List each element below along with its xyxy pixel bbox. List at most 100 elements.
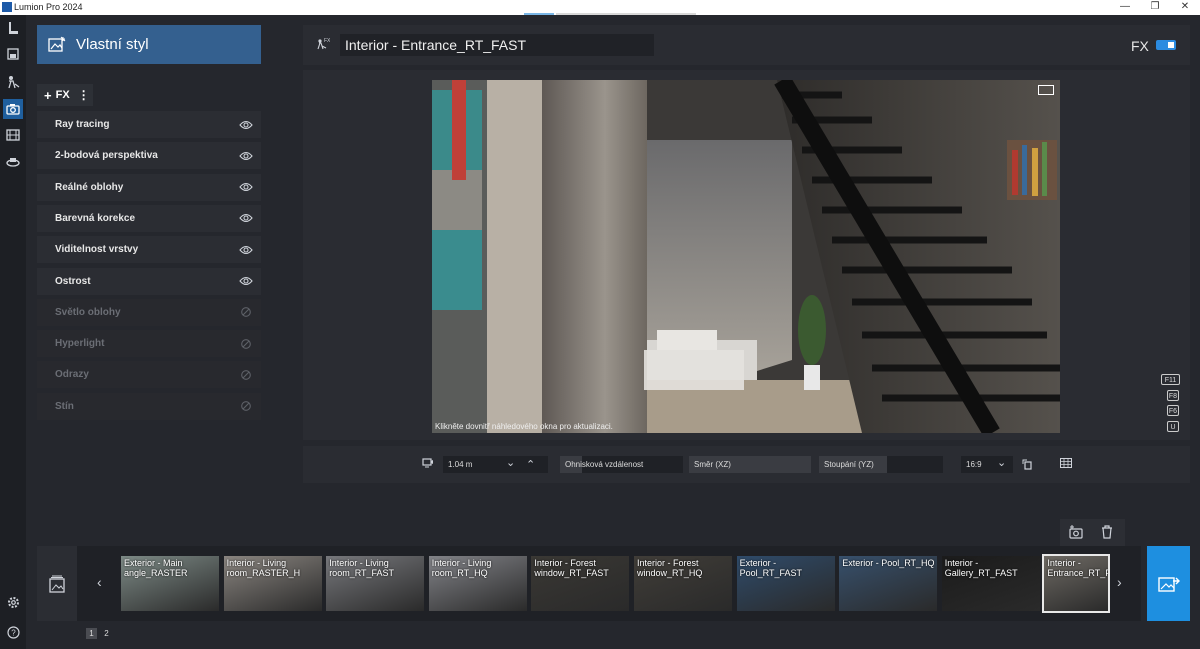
visibility-eye-icon[interactable] [239,213,253,223]
grid-overlay-icon[interactable] [1060,458,1072,471]
lumion-logo-icon [2,2,12,12]
interior-render-image [432,80,1060,433]
photo-mode-icon[interactable] [3,99,23,119]
maximize-button[interactable]: ❐ [1140,0,1170,15]
photo-thumbnail[interactable]: Interior - Forest window_RT_FAST [531,556,630,611]
add-fx-button[interactable]: + FX ⋮ [37,84,93,106]
photo-thumbnail[interactable]: Interior - Entrance_RT_F [1042,554,1111,613]
effect-item[interactable]: Barevná korekce [37,204,261,232]
visibility-eye-icon[interactable] [239,151,253,161]
thumbnail-label: Exterior - Pool_RT_FAST [739,558,802,578]
photo-thumbnail[interactable]: Interior - Living room_RT_HQ [428,556,527,611]
help-icon[interactable]: ? [3,622,23,642]
build-mode-icon[interactable] [3,72,23,92]
viewport-size-icon[interactable] [1038,85,1054,95]
effect-item[interactable]: Ray tracing [37,111,261,138]
strip-next-arrow-icon[interactable]: › [1117,574,1122,590]
focal-length-slider[interactable]: Ohnisková vzdálenost [560,456,683,473]
visibility-eye-icon[interactable] [239,245,253,255]
thumbnail-label: Interior - Forest window_RT_HQ [637,558,703,578]
photo-thumbnail[interactable]: Interior - Living room_RASTER_H [223,556,322,611]
effect-item[interactable]: Stín [37,392,261,420]
scene-header: FX Interior - Entrance_RT_FAST FX [303,25,1190,65]
photo-thumbnail[interactable]: Interior - Living room_RT_FAST [326,556,425,611]
thumbnail-label: Interior - Entrance_RT_F [1047,558,1109,578]
left-toolbar: ? [0,15,26,649]
disabled-icon[interactable] [239,307,253,318]
disabled-icon[interactable] [239,401,253,412]
effect-label: Stín [55,400,74,412]
chevron-up-icon[interactable]: ⌃ [526,458,535,471]
effect-label: Hyperlight [55,338,105,350]
photo-thumbnail[interactable]: Exterior - Pool_RT_FAST [736,556,835,611]
direction-xz-label: Směr (XZ) [694,460,731,469]
save-camera-icon[interactable] [1069,525,1083,542]
loading-track [556,13,696,15]
effect-item[interactable]: 2-bodová perspektiva [37,142,261,170]
effect-label: Světlo oblohy [55,306,121,318]
camera-bar: 1.04 m ⌄ ⌃ Ohnisková vzdálenost Směr (XZ… [303,446,1190,483]
save-icon[interactable] [3,44,23,64]
lumion-home-icon[interactable] [3,18,23,38]
effect-label: Barevná korekce [55,212,136,224]
svg-text:?: ? [11,628,16,637]
custom-style-panel-title[interactable]: Vlastní styl [37,25,261,64]
movie-mode-icon[interactable] [3,125,23,145]
disabled-icon[interactable] [239,338,253,349]
pitch-yz-slider[interactable]: Stoupání (YZ) [819,456,943,473]
direction-xz-slider[interactable]: Směr (XZ) [689,456,811,473]
render-photo-button[interactable] [1147,546,1190,621]
effect-label: Ray tracing [55,119,110,130]
effect-item[interactable]: Reálné oblohy [37,173,261,201]
effect-item[interactable]: Viditelnost vrstvy [37,236,261,264]
shortcut-key[interactable]: F8 [1167,389,1179,401]
shortcut-key[interactable]: U [1167,420,1179,432]
camera-height-icon [422,458,434,471]
svg-text:FX: FX [324,38,330,44]
photo-thumbnail[interactable]: Exterior - Main angle_RASTER [121,556,219,611]
pitch-yz-label: Stoupání (YZ) [824,460,874,469]
effect-item[interactable]: Odrazy [37,361,261,389]
page-button[interactable]: 2 [101,628,112,639]
photo-thumbnail[interactable]: Interior - Forest window_RT_HQ [634,556,732,611]
chevron-down-icon[interactable]: ⌄ [506,456,515,469]
close-button[interactable]: ✕ [1170,0,1200,15]
thumbnail-label: Interior - Living room_RT_FAST [329,558,395,578]
effect-item[interactable]: Ostrost [37,267,261,295]
loading-progress [524,13,554,15]
effect-label: Odrazy [55,369,89,381]
panel-title-text: Vlastní styl [76,36,149,53]
aspect-chevron-down-icon[interactable]: ⌄ [997,456,1006,469]
visibility-eye-icon[interactable] [239,276,253,286]
render-image-icon [1157,576,1180,592]
custom-style-icon [48,36,68,54]
minimize-button[interactable]: — [1110,0,1140,15]
fx-toggle[interactable] [1156,40,1176,50]
strip-prev-arrow-icon[interactable]: ‹ [97,574,102,590]
fx-menu-icon[interactable]: ⋮ [78,88,90,102]
viewport-hint: Klikněte dovnitř náhledového okna pro ak… [435,422,613,431]
preview-viewport[interactable]: Klikněte dovnitř náhledového okna pro ak… [432,80,1060,433]
visibility-eye-icon[interactable] [239,182,253,192]
disabled-icon[interactable] [239,370,253,380]
delete-photo-icon[interactable] [1101,525,1113,542]
plus-icon: + [44,87,52,103]
orientation-icon[interactable] [1021,458,1033,473]
panorama-mode-icon[interactable] [3,152,23,172]
visibility-eye-icon[interactable] [239,120,253,130]
photo-library-button[interactable] [37,546,77,621]
effect-item[interactable]: Hyperlight [37,330,261,358]
effect-item[interactable]: Světlo oblohy [37,298,261,326]
thumbnail-label: Exterior - Pool_RT_HQ [842,558,935,568]
effect-label: 2-bodová perspektiva [55,150,158,162]
shortcut-key[interactable]: F11 [1161,374,1180,385]
shortcut-key[interactable]: F6 [1167,405,1179,416]
scene-name-field[interactable]: Interior - Entrance_RT_FAST [340,34,654,56]
fx-label: FX [1131,38,1149,54]
photo-actions [1060,519,1125,546]
settings-gear-icon[interactable] [3,592,23,612]
page-button[interactable]: 1 [86,628,97,639]
photo-thumbnail[interactable]: Interior - Gallery_RT_FAST [941,556,1040,611]
photo-thumbnail[interactable]: Exterior - Pool_RT_HQ [839,556,938,611]
window-title: Lumion Pro 2024 [14,2,83,12]
